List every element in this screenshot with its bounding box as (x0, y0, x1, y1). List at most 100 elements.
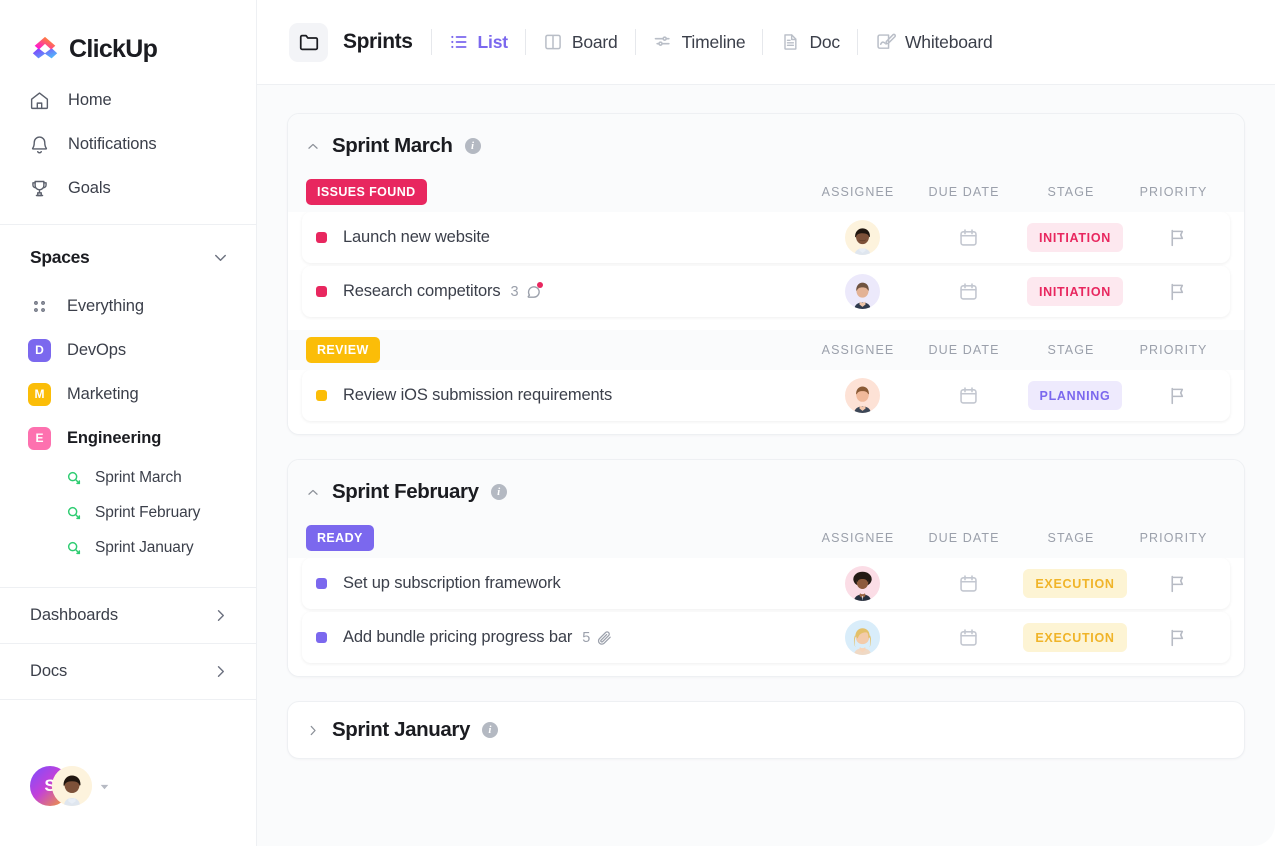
column-header-priority: PRIORITY (1139, 531, 1208, 545)
status-badge[interactable]: ISSUES FOUND (306, 179, 427, 205)
sidebar-label-sprint-january: Sprint January (95, 538, 194, 556)
chevron-down-icon[interactable] (211, 248, 230, 267)
nav-item-notifications[interactable]: Notifications (0, 122, 256, 166)
nav-item-home[interactable]: Home (0, 78, 256, 122)
tab-board[interactable]: Board (526, 22, 635, 62)
folder-icon[interactable] (289, 22, 328, 62)
doc-icon (780, 32, 800, 52)
priority-cell[interactable] (1125, 227, 1230, 248)
sidebar-item-dashboards[interactable]: Dashboards (0, 588, 256, 643)
main-area: Sprints List Board Timeline Doc Whiteboa… (257, 0, 1275, 846)
column-header-priority: PRIORITY (1139, 185, 1208, 199)
sidebar-label-dashboards: Dashboards (30, 606, 118, 624)
avatar-group[interactable]: S (30, 766, 92, 806)
assignee-avatar[interactable] (813, 620, 911, 655)
column-headers: ASSIGNEE DUE DATE STAGE PRIORITY (809, 343, 1226, 357)
stage-badge: INITIATION (1026, 223, 1124, 252)
whiteboard-icon (875, 32, 896, 53)
stage-cell[interactable]: PLANNING (1025, 381, 1125, 410)
priority-cell[interactable] (1125, 281, 1230, 302)
group-sprint-january[interactable]: Sprint January i (287, 701, 1245, 759)
clickup-logo-icon (30, 34, 60, 64)
stage-cell[interactable]: INITIATION (1025, 277, 1125, 306)
task-name: Add bundle pricing progress bar (343, 628, 573, 646)
task-comment-meta[interactable]: 3 (510, 282, 543, 300)
table-row[interactable]: Launch new website INITIATION (302, 212, 1230, 263)
info-icon[interactable]: i (490, 484, 507, 500)
info-icon[interactable]: i (464, 138, 481, 154)
task-cells: EXECUTION (813, 566, 1230, 601)
table-row[interactable]: Review iOS submission requirements PLANN… (302, 370, 1230, 421)
grid-dots-icon (28, 295, 51, 318)
nav-item-goals[interactable]: Goals (0, 166, 256, 210)
tab-doc[interactable]: Doc (763, 22, 857, 62)
priority-cell[interactable] (1125, 573, 1230, 594)
column-header-assignee: ASSIGNEE (821, 343, 895, 357)
chevron-right-icon[interactable] (211, 662, 230, 681)
status-row-ready: READY ASSIGNEE DUE DATE STAGE PRIORITY (288, 518, 1244, 558)
flag-icon (1167, 627, 1188, 648)
sidebar-label-engineering: Engineering (67, 428, 162, 447)
stage-cell[interactable]: INITIATION (1025, 223, 1125, 252)
priority-cell[interactable] (1125, 385, 1230, 406)
status-row-issues-found: ISSUES FOUND ASSIGNEE DUE DATE STAGE PRI… (288, 172, 1244, 212)
group-header[interactable]: Sprint February i (288, 460, 1244, 518)
sidebar-item-sprint-january[interactable]: Sprint January (0, 530, 256, 565)
chevron-right-icon[interactable] (211, 606, 230, 625)
sidebar-item-engineering[interactable]: E Engineering (0, 416, 256, 460)
sidebar-item-sprint-march[interactable]: Sprint March (0, 460, 256, 495)
sidebar-item-docs[interactable]: Docs (0, 644, 256, 699)
due-date-cell[interactable] (911, 573, 1025, 594)
priority-cell[interactable] (1125, 627, 1230, 648)
stage-cell[interactable]: EXECUTION (1023, 623, 1127, 652)
chevron-up-icon[interactable] (306, 139, 320, 154)
chevron-right-icon[interactable] (306, 723, 320, 738)
calendar-icon (958, 281, 979, 302)
info-icon[interactable]: i (481, 722, 498, 738)
due-date-cell[interactable] (911, 627, 1025, 648)
task-status-dot (316, 286, 327, 297)
trophy-icon (28, 177, 50, 199)
sidebar-label-devops: DevOps (67, 340, 127, 359)
due-date-cell[interactable] (911, 227, 1025, 248)
group-sprint-february: Sprint February i READY ASSIGNEE DUE DAT… (287, 459, 1245, 677)
stage-cell[interactable]: EXECUTION (1023, 569, 1127, 598)
attachment-count: 5 (582, 629, 591, 646)
assignee-avatar[interactable] (813, 220, 911, 255)
flag-icon (1167, 227, 1188, 248)
status-badge[interactable]: REVIEW (306, 337, 380, 363)
sidebar-item-marketing[interactable]: M Marketing (0, 372, 256, 416)
due-date-cell[interactable] (911, 281, 1025, 302)
tab-timeline[interactable]: Timeline (636, 22, 763, 62)
sidebar-divider-4 (0, 699, 256, 700)
tab-label-timeline: Timeline (681, 31, 746, 52)
group-header[interactable]: Sprint March i (288, 114, 1244, 172)
group-sprint-march: Sprint March i ISSUES FOUND ASSIGNEE DUE… (287, 113, 1245, 435)
task-status-dot (316, 232, 327, 243)
tab-label-whiteboard: Whiteboard (904, 31, 993, 52)
task-attachment-meta[interactable]: 5 (582, 629, 613, 646)
table-row[interactable]: Add bundle pricing progress bar 5 EXECUT… (302, 612, 1230, 663)
assignee-avatar[interactable] (813, 566, 911, 601)
chevron-up-icon[interactable] (306, 485, 320, 500)
view-toolbar: Sprints List Board Timeline Doc Whiteboa… (257, 0, 1275, 85)
assignee-avatar[interactable] (813, 274, 911, 309)
sidebar-item-sprint-february[interactable]: Sprint February (0, 495, 256, 530)
status-badge[interactable]: READY (306, 525, 374, 551)
due-date-cell[interactable] (911, 385, 1025, 406)
sidebar-item-devops[interactable]: D DevOps (0, 328, 256, 372)
task-cells: INITIATION (813, 220, 1230, 255)
table-row[interactable]: Research competitors 3 INITIATION (302, 266, 1230, 317)
tab-whiteboard[interactable]: Whiteboard (858, 22, 1010, 62)
calendar-icon (958, 573, 979, 594)
tab-list[interactable]: List (432, 22, 525, 62)
spaces-header[interactable]: Spaces (0, 225, 256, 284)
avatar-dropdown-caret-icon[interactable] (98, 780, 111, 793)
table-row[interactable]: Set up subscription framework EXECUTION (302, 558, 1230, 609)
tab-label-doc: Doc (809, 31, 840, 52)
brand-logo-area[interactable]: ClickUp (0, 0, 256, 72)
column-header-priority: PRIORITY (1139, 343, 1208, 357)
sidebar-item-everything[interactable]: Everything (0, 284, 256, 328)
assignee-avatar[interactable] (813, 378, 911, 413)
column-header-assignee: ASSIGNEE (821, 185, 895, 199)
